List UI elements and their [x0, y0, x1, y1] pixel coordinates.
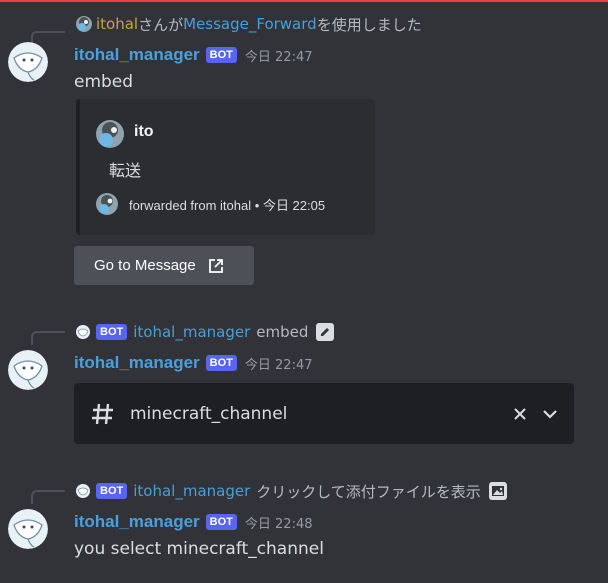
- author-name[interactable]: itohal_manager: [74, 512, 200, 532]
- embed-footer-text: forwarded from itohal: [129, 198, 252, 213]
- reply-spine: [31, 331, 65, 345]
- timestamp[interactable]: 今日 22:47: [245, 46, 313, 65]
- reply-username[interactable]: itohal: [96, 15, 138, 33]
- go-to-message-label: Go to Message: [94, 257, 196, 274]
- message-content: you select minecraft_channel: [74, 539, 324, 559]
- go-to-message-button[interactable]: Go to Message: [74, 246, 254, 285]
- reply-text: embed: [256, 323, 309, 341]
- close-icon[interactable]: [512, 406, 528, 422]
- avatar[interactable]: [8, 42, 48, 82]
- bot-avatar-icon[interactable]: [76, 325, 90, 339]
- embed-description: 転送: [109, 161, 142, 180]
- reply-preview[interactable]: BOT itohal_manager embed: [76, 321, 335, 343]
- embed-footer-icon: [96, 193, 118, 215]
- bot-tag: BOT: [96, 483, 128, 499]
- reply-preview[interactable]: BOT itohal_manager クリックして添付ファイルを表示: [76, 480, 507, 502]
- external-link-icon: [208, 258, 223, 273]
- embed-footer-separator: •: [254, 198, 260, 213]
- top-border: [0, 0, 608, 2]
- reply-text: クリックして添付ファイルを表示: [256, 482, 481, 501]
- embed-author-avatar: [96, 120, 124, 148]
- reply-text: さんが: [138, 15, 184, 34]
- author-name[interactable]: itohal_manager: [74, 45, 200, 65]
- message-header: itohal_manager BOT 今日 22:47: [74, 351, 313, 375]
- reply-text: を使用しました: [316, 15, 422, 34]
- manta-avatar-icon: [8, 509, 48, 549]
- message-header: itohal_manager BOT 今日 22:48: [74, 510, 313, 534]
- channel-select[interactable]: minecraft_channel: [74, 383, 574, 444]
- embed-footer: forwarded from itohal • 今日 22:05: [129, 195, 325, 214]
- timestamp[interactable]: 今日 22:47: [245, 354, 313, 373]
- embed: ito 転送 forwarded from itohal • 今日 22:05: [76, 99, 375, 235]
- bot-tag: BOT: [96, 324, 128, 340]
- chevron-down-icon[interactable]: [542, 406, 558, 422]
- bot-tag: BOT: [205, 514, 237, 530]
- user-avatar-icon[interactable]: [76, 16, 92, 32]
- avatar[interactable]: [8, 350, 48, 390]
- image-icon: [488, 482, 507, 500]
- author-name[interactable]: itohal_manager: [74, 353, 200, 373]
- reply-spine: [31, 490, 65, 504]
- bot-tag: BOT: [205, 355, 237, 371]
- message-header: itohal_manager BOT 今日 22:47: [74, 43, 313, 67]
- message-content: embed: [74, 72, 134, 92]
- reply-username[interactable]: itohal_manager: [133, 482, 250, 500]
- timestamp[interactable]: 今日 22:48: [245, 513, 313, 532]
- edit-icon: [316, 323, 335, 341]
- avatar[interactable]: [8, 509, 48, 549]
- reply-preview[interactable]: itohal さんが Message_Forward を使用しました: [76, 13, 422, 35]
- manta-avatar-icon: [8, 42, 48, 82]
- embed-footer-time: 今日 22:05: [262, 198, 326, 213]
- manta-avatar-icon: [8, 350, 48, 390]
- select-value: minecraft_channel: [130, 403, 288, 424]
- reply-username[interactable]: itohal_manager: [133, 323, 250, 341]
- reply-command[interactable]: Message_Forward: [183, 15, 317, 33]
- bot-tag: BOT: [205, 47, 237, 63]
- hash-icon: [92, 403, 113, 424]
- bot-avatar-icon[interactable]: [76, 484, 90, 498]
- embed-author[interactable]: ito: [134, 123, 154, 141]
